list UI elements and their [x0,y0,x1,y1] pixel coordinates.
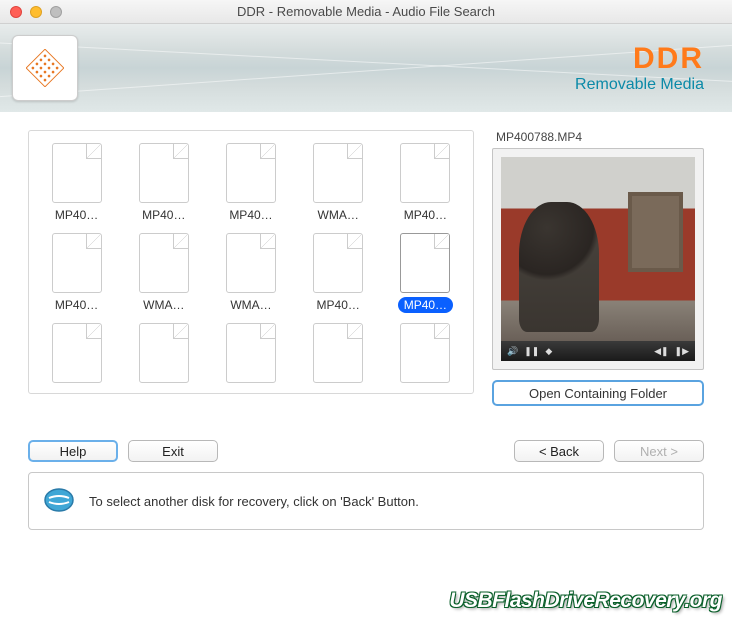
file-item[interactable]: MP40… [384,231,467,315]
preview-filename: MP400788.MP4 [492,130,704,144]
traffic-lights [0,6,62,18]
watermark: USBFlashDriveRecovery.org [449,589,722,613]
minimize-window-button[interactable] [30,6,42,18]
file-icon [139,323,189,383]
file-item[interactable] [35,321,118,391]
file-icon [139,143,189,203]
content-area: MP40… MP40… MP40… WMA… MP40… MP40… WMA… WMA… MP4… [0,112,732,619]
file-icon [52,323,102,383]
file-item[interactable]: MP40… [122,141,205,225]
file-grid: MP40… MP40… MP40… WMA… MP40… MP40… WMA… WMA… MP4… [28,130,474,394]
back-button[interactable]: < Back [514,440,604,462]
pause-icon[interactable]: ❚❚ [524,346,539,357]
file-label: WMA… [137,297,190,313]
logo-icon [26,49,64,87]
file-label: MP40… [49,297,104,313]
file-item[interactable]: MP40… [384,141,467,225]
file-label [245,387,257,389]
file-item[interactable] [384,321,467,391]
app-logo [12,35,78,101]
file-label: MP40… [398,297,453,313]
file-item[interactable] [209,321,292,391]
file-item[interactable]: WMA… [297,141,380,225]
preview-box: 🔊 ❚❚ ◆ ◀❚ ❚▶ [492,148,704,370]
next-button: Next > [614,440,704,462]
file-item[interactable]: MP40… [35,141,118,225]
volume-icon[interactable]: 🔊 [507,346,518,357]
file-item[interactable]: MP40… [297,231,380,315]
scrubber-icon[interactable]: ◆ [545,346,552,357]
file-label [158,387,170,389]
brand-subtitle: Removable Media [575,76,704,94]
preview-image [501,157,695,341]
help-button[interactable]: Help [28,440,118,462]
file-item[interactable]: WMA… [209,231,292,315]
file-icon [52,143,102,203]
file-icon [400,323,450,383]
exit-button[interactable]: Exit [128,440,218,462]
prev-track-icon[interactable]: ◀❚ [654,346,668,357]
preview-panel: MP400788.MP4 🔊 ❚❚ ◆ ◀❚ ❚▶ [492,130,704,406]
app-window: DDR - Removable Media - Audio File Searc… [0,0,732,619]
file-label: WMA… [312,207,365,223]
file-icon [313,143,363,203]
file-item[interactable]: WMA… [122,231,205,315]
main-row: MP40… MP40… MP40… WMA… MP40… MP40… WMA… WMA… MP4… [28,130,704,406]
file-item[interactable]: MP40… [35,231,118,315]
file-item[interactable] [297,321,380,391]
info-icon [43,484,75,519]
file-icon [313,323,363,383]
file-label [332,387,344,389]
file-label: MP40… [49,207,104,223]
file-label [71,387,83,389]
file-item[interactable] [122,321,205,391]
file-label: MP40… [398,207,453,223]
file-label: WMA… [224,297,277,313]
file-icon [313,233,363,293]
file-icon [226,233,276,293]
titlebar: DDR - Removable Media - Audio File Searc… [0,0,732,24]
open-containing-folder-button[interactable]: Open Containing Folder [492,380,704,406]
brand-block: DDR Removable Media [575,42,704,94]
file-item[interactable]: MP40… [209,141,292,225]
zoom-window-button [50,6,62,18]
file-icon [400,233,450,293]
file-label: MP40… [311,297,366,313]
file-icon [52,233,102,293]
close-window-button[interactable] [10,6,22,18]
file-label: MP40… [136,207,191,223]
brand-title: DDR [575,42,704,76]
file-icon [226,323,276,383]
window-title: DDR - Removable Media - Audio File Searc… [0,4,732,19]
button-row: Help Exit < Back Next > [28,440,704,462]
bottom-section: Help Exit < Back Next > To select anothe… [28,440,704,530]
hint-box: To select another disk for recovery, cli… [28,472,704,530]
file-label: MP40… [223,207,278,223]
file-label [419,387,431,389]
file-icon [226,143,276,203]
player-bar: 🔊 ❚❚ ◆ ◀❚ ❚▶ [501,341,695,361]
next-track-icon[interactable]: ❚▶ [675,346,689,357]
hint-text: To select another disk for recovery, cli… [89,494,419,509]
file-icon [400,143,450,203]
file-icon [139,233,189,293]
header-banner: DDR Removable Media [0,24,732,112]
